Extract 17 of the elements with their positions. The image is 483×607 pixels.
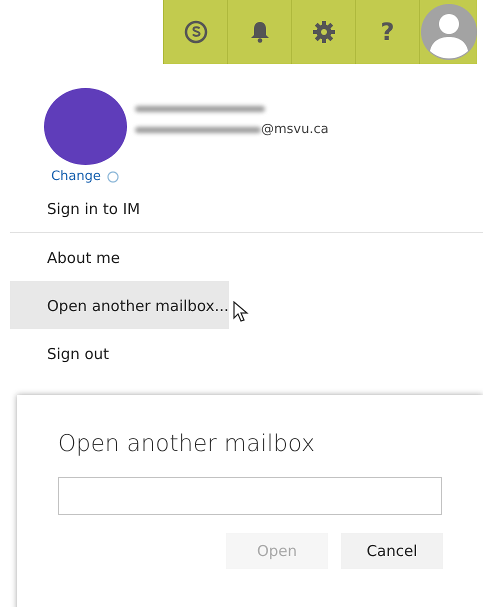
- pointer-cursor-icon: [232, 301, 251, 323]
- settings-icon: [312, 21, 334, 43]
- dialog-title: Open another mailbox: [58, 431, 316, 457]
- settings-button[interactable]: [291, 0, 355, 64]
- menu-item[interactable]: Open another mailbox...: [10, 281, 229, 329]
- account-button[interactable]: [419, 0, 477, 64]
- notifications-button[interactable]: [227, 0, 291, 64]
- presence-icon: [106, 170, 119, 182]
- help-button[interactable]: ?: [355, 0, 419, 64]
- bell-icon: [250, 21, 270, 43]
- skype-icon: [182, 19, 208, 45]
- mailbox-input[interactable]: [58, 477, 442, 515]
- email-address: @msvu.ca: [261, 122, 329, 137]
- change-link[interactable]: Change: [51, 169, 101, 184]
- person-icon: [420, 4, 476, 60]
- skype-button[interactable]: [163, 0, 227, 64]
- dialog-button[interactable]: Cancel: [341, 533, 443, 569]
